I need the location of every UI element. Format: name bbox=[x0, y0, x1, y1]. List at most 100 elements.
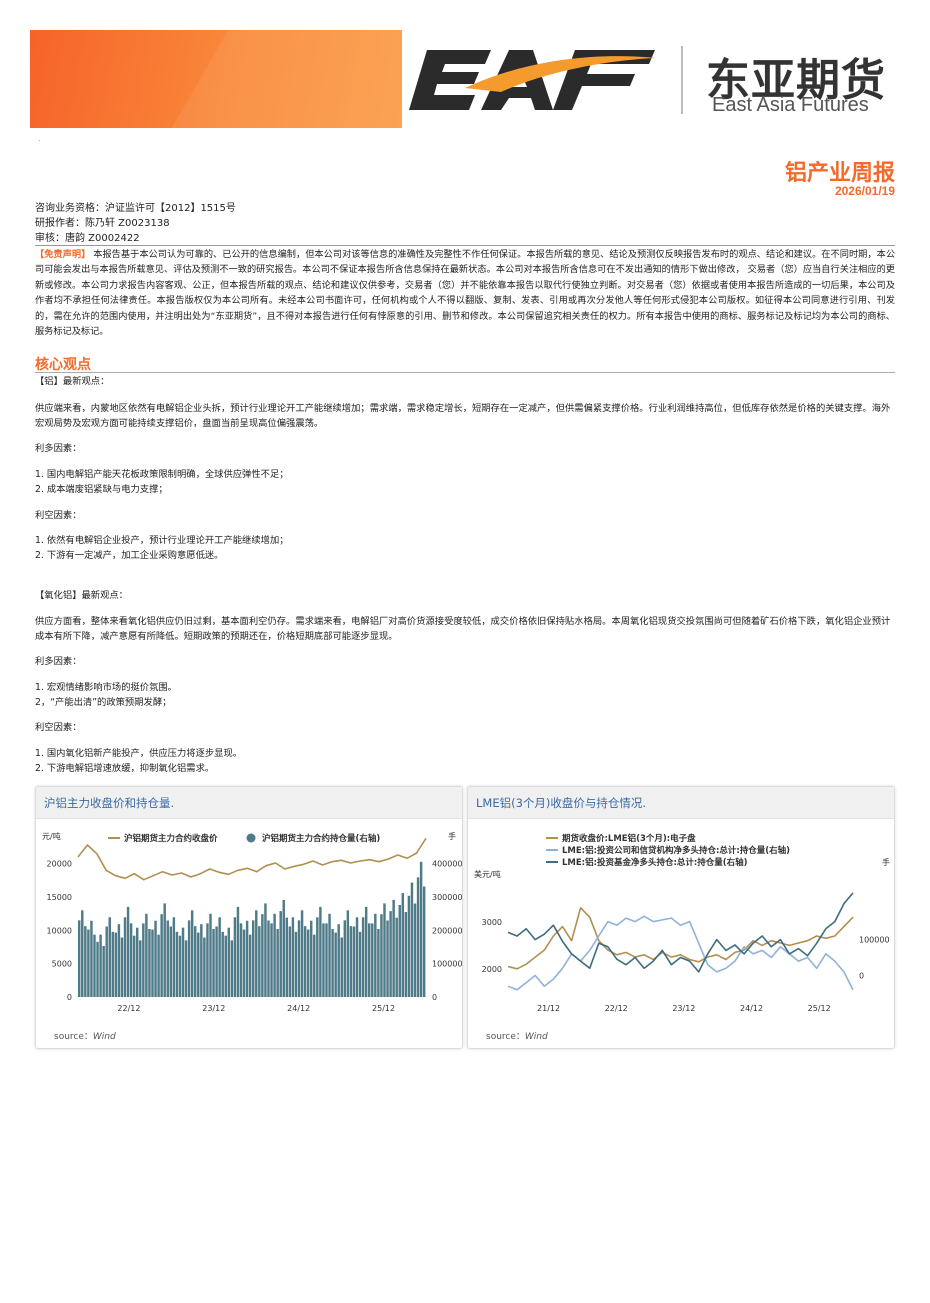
bar-mark bbox=[190, 910, 194, 997]
bar-mark bbox=[340, 937, 343, 997]
bar-mark bbox=[90, 920, 93, 997]
chart-lme-al: 美元/吨 手 2000 3000 0 100000 21/12 22/12 23/12 24/12… bbox=[474, 833, 890, 1013]
y-tick-label: 20000 bbox=[47, 860, 72, 869]
meta-divider bbox=[35, 245, 895, 246]
y2-tick-label: 100000 bbox=[859, 936, 890, 945]
y2-tick-label: 200000 bbox=[432, 926, 463, 935]
bar-mark bbox=[404, 912, 408, 997]
bar-mark bbox=[261, 914, 264, 997]
x-tick-label: 22/12 bbox=[605, 1004, 628, 1013]
x-tick-label: 25/12 bbox=[808, 1004, 831, 1013]
logo-divider bbox=[681, 46, 683, 114]
bar-mark bbox=[358, 931, 362, 997]
y-tick-label: 3000 bbox=[482, 918, 502, 927]
bar-mark bbox=[248, 934, 252, 997]
bar-mark bbox=[230, 940, 234, 997]
bar-mark bbox=[410, 882, 414, 997]
bar-mark bbox=[187, 920, 191, 997]
al-bear-1: 1. 依然有电解铝企业投产，预计行业理论开工产能继续增加； bbox=[35, 535, 289, 546]
disclaimer-tag: 【免责声明】 bbox=[35, 249, 91, 260]
bar-mark bbox=[181, 927, 185, 997]
bar-mark bbox=[175, 931, 179, 997]
bar-mark bbox=[151, 929, 154, 997]
y-tick-label: 15000 bbox=[47, 893, 72, 902]
bar-mark bbox=[233, 917, 237, 997]
y-tick-label: 5000 bbox=[52, 960, 72, 969]
bar-mark bbox=[132, 935, 136, 997]
y2-tick-label: 100000 bbox=[432, 960, 463, 969]
bar-mark bbox=[300, 910, 304, 997]
bar-mark bbox=[160, 914, 163, 997]
y2-tick-label: 0 bbox=[859, 971, 864, 980]
legend-entry: 期货收盘价:LME铝(3个月):电子盘 bbox=[562, 833, 696, 844]
bar-mark bbox=[258, 926, 261, 997]
al-heading: 【铝】最新观点： bbox=[35, 376, 110, 387]
bar-mark bbox=[227, 927, 231, 997]
bar-mark bbox=[392, 899, 395, 997]
bar-mark bbox=[328, 913, 331, 997]
bar-mark bbox=[331, 929, 334, 997]
bar-mark bbox=[224, 935, 227, 997]
ao-heading: 【氧化铝】最新观点： bbox=[35, 590, 128, 601]
al-bull-1: 1. 国内电解铝产能天花板政策限制明确，全球供应弹性不足； bbox=[35, 469, 289, 480]
bar-mark bbox=[291, 917, 295, 997]
bar-mark bbox=[337, 924, 340, 997]
bar-mark bbox=[236, 906, 240, 997]
bar-mark bbox=[252, 920, 255, 997]
bar-mark bbox=[413, 903, 417, 997]
bar-mark bbox=[349, 926, 353, 997]
bar-mark bbox=[99, 934, 102, 997]
bar-mark bbox=[282, 899, 285, 997]
ao-bull-2: 2，“产能出清”的政策预期发酵； bbox=[35, 697, 172, 708]
bar-mark bbox=[245, 920, 249, 997]
bar-mark bbox=[184, 940, 188, 997]
x-tick-label: 22/12 bbox=[117, 1004, 140, 1013]
bar-mark bbox=[209, 913, 212, 997]
bar-mark bbox=[194, 926, 197, 997]
y-axis-unit-label: 元/吨 bbox=[42, 831, 61, 841]
bar-mark bbox=[334, 932, 337, 997]
bar-mark bbox=[416, 877, 420, 997]
bar-mark bbox=[157, 934, 160, 997]
bar-mark bbox=[419, 861, 423, 997]
bar-mark bbox=[407, 895, 411, 997]
bar-mark bbox=[273, 913, 276, 997]
bar-mark bbox=[142, 923, 145, 997]
bar-mark bbox=[264, 903, 267, 997]
bar-mark bbox=[380, 914, 383, 997]
series-line bbox=[507, 915, 854, 991]
chart-title-shfe: 沪铝主力收盘价和持仓量. bbox=[36, 787, 462, 819]
ao-bear-1: 1. 国内氧化铝新产能投产，供应压力将逐步显现。 bbox=[35, 748, 243, 759]
y-tick-label: 10000 bbox=[47, 926, 72, 935]
chart-card-shfe: 沪铝主力收盘价和持仓量. 元/吨手 0 5000 10000 15000 20000 0 10… bbox=[35, 786, 463, 1049]
legend-entry: LME:铝:投资基金净多头持仓:总计:持仓量(右轴) bbox=[562, 857, 748, 868]
bar-mark bbox=[145, 913, 148, 997]
bar-mark bbox=[303, 926, 307, 997]
x-tick-label: 21/12 bbox=[537, 1004, 560, 1013]
bar-mark bbox=[322, 923, 325, 997]
bar-mark bbox=[368, 923, 371, 997]
bar-mark bbox=[383, 903, 386, 997]
bar-mark bbox=[364, 906, 368, 997]
al-bull-2: 2. 成本端废铝紧缺与电力支撑； bbox=[35, 484, 168, 495]
bar-mark bbox=[313, 934, 316, 997]
x-tick-label: 24/12 bbox=[740, 1004, 763, 1013]
bar-mark bbox=[401, 893, 405, 997]
bar-mark bbox=[215, 926, 218, 997]
y-axis-unit-label: 美元/吨 bbox=[474, 869, 501, 879]
section-divider bbox=[35, 372, 895, 373]
al-bull-heading: 利多因素： bbox=[35, 443, 82, 454]
bar-mark bbox=[96, 941, 99, 997]
report-meta: 咨询业务资格：沪证监许可【2012】1515号 研报作者：陈乃轩 Z002313… bbox=[35, 201, 236, 246]
bar-mark bbox=[102, 946, 105, 997]
bar-mark bbox=[172, 917, 176, 997]
bar-mark bbox=[81, 910, 84, 997]
al-bear-heading: 利空因素： bbox=[35, 510, 82, 521]
bar-mark bbox=[218, 917, 221, 997]
bar-mark bbox=[267, 920, 270, 997]
bar-mark bbox=[255, 910, 258, 997]
bar-mark bbox=[242, 929, 246, 997]
legend-entry: LME:铝:投资公司和信贷机构净多头持仓:总计:持仓量(右轴) bbox=[562, 845, 790, 856]
ao-view: 供应方面看，整体来看氧化铝供应仍旧过剩，基本面利空仍存。需求端来看，电解铝厂对高… bbox=[35, 616, 891, 642]
bar-mark bbox=[221, 931, 224, 997]
